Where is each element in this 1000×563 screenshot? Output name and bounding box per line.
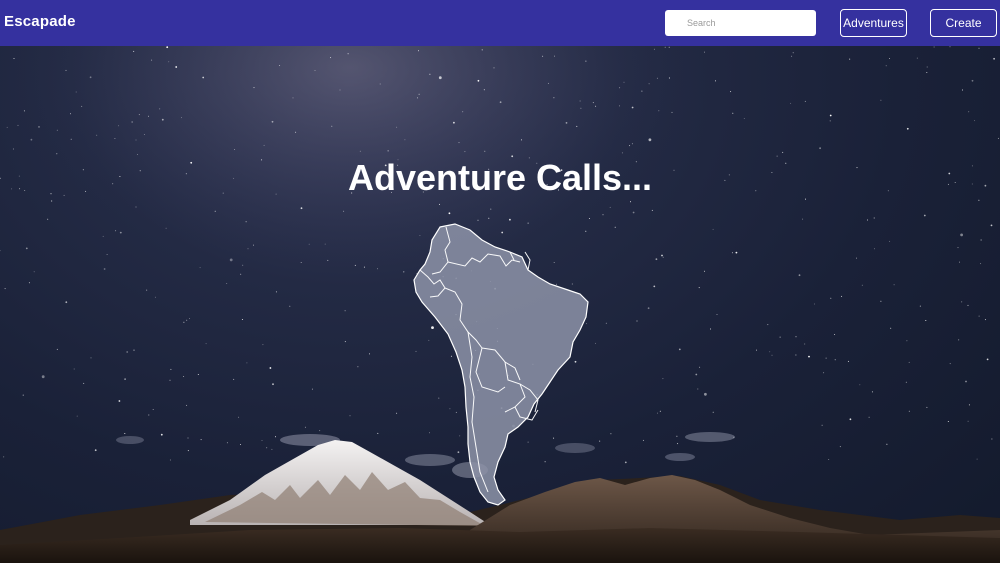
search-input[interactable] xyxy=(665,10,816,36)
hero-title: Adventure Calls... xyxy=(347,157,653,198)
create-button[interactable]: Create xyxy=(930,9,997,37)
brand-logo[interactable]: Escapade xyxy=(4,13,76,30)
landing-page: Escapade Adventures Create Adventure Cal… xyxy=(0,0,1000,563)
adventures-button[interactable]: Adventures xyxy=(840,9,907,37)
south-america-map xyxy=(413,223,589,506)
south-america-landmass xyxy=(413,223,589,506)
top-navbar: Escapade Adventures Create xyxy=(0,0,1000,46)
